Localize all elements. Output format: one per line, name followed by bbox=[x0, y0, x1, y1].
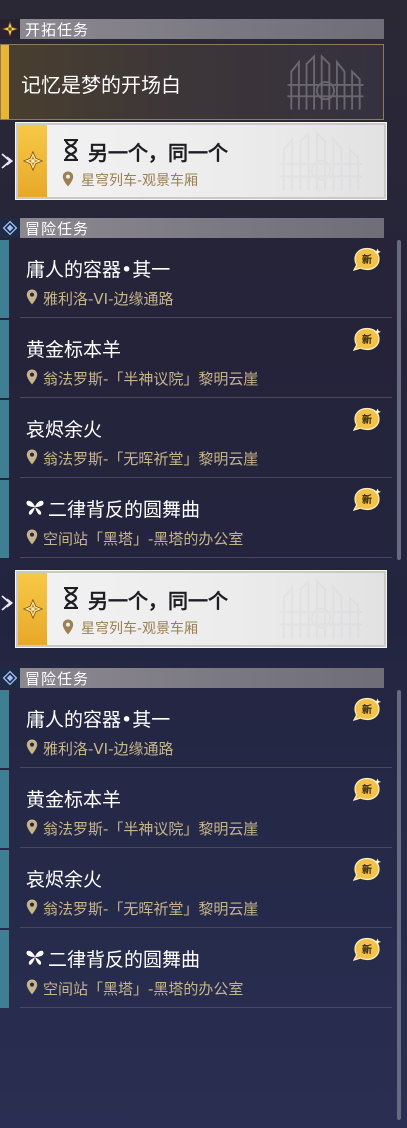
butterfly-icon bbox=[25, 947, 45, 967]
divider bbox=[20, 317, 392, 318]
task-item[interactable]: 二律背反的圆舞曲 空间站「黑塔」-黑塔的办公室 bbox=[0, 930, 392, 1008]
task-accent-bar bbox=[0, 400, 9, 478]
gold-emblem-block bbox=[18, 573, 47, 645]
task-accent-bar bbox=[0, 240, 9, 318]
watermark-emblem-icon bbox=[266, 129, 376, 195]
task-item[interactable]: 庸人的容器•其一 雅利洛-VI-边缘通路 bbox=[0, 690, 392, 768]
task-item[interactable]: 庸人的容器•其一 雅利洛-VI-边缘通路 bbox=[0, 240, 392, 318]
divider bbox=[20, 1007, 392, 1008]
task-title: 记忆是梦的开场白 bbox=[21, 73, 181, 97]
new-badge-icon bbox=[351, 696, 383, 722]
new-badge-icon bbox=[351, 856, 383, 882]
task-location: 翁法罗斯-「半神议院」黎明云崖 bbox=[43, 370, 259, 388]
gold-emblem-icon bbox=[22, 598, 44, 620]
task-title: 二律背反的圆舞曲 bbox=[48, 499, 201, 521]
scrollbar[interactable] bbox=[397, 690, 401, 1120]
adventure-icon bbox=[0, 668, 20, 688]
task-accent-bar bbox=[0, 480, 9, 558]
new-badge-icon bbox=[351, 406, 383, 432]
adventure-section-header: 冒险任务 bbox=[0, 668, 384, 688]
task-item[interactable]: 二律背反的圆舞曲 空间站「黑塔」-黑塔的办公室 bbox=[0, 480, 392, 558]
gold-emblem-icon bbox=[22, 150, 44, 172]
hourglass-icon bbox=[62, 587, 80, 609]
location-pin-icon bbox=[26, 739, 38, 755]
task-location: 翁法罗斯-「无晖祈堂」黎明云崖 bbox=[43, 900, 259, 918]
task-title: 哀烬余火 bbox=[26, 419, 103, 441]
active-task-location: 星穹列车-观景车厢 bbox=[81, 173, 199, 189]
divider bbox=[20, 847, 392, 848]
selection-pointer-icon bbox=[0, 593, 16, 613]
trailblaze-section-header: 开拓任务 bbox=[0, 19, 384, 39]
divider bbox=[20, 927, 392, 928]
new-badge-icon bbox=[351, 936, 383, 962]
task-location: 空间站「黑塔」-黑塔的办公室 bbox=[43, 980, 244, 998]
watermark-emblem-icon bbox=[278, 51, 373, 115]
task-location: 翁法罗斯-「无晖祈堂」黎明云崖 bbox=[43, 450, 259, 468]
task-item[interactable]: 黄金标本羊 翁法罗斯-「半神议院」黎明云崖 bbox=[0, 770, 392, 848]
active-task-card[interactable]: 另一个，同一个 星穹列车-观景车厢 bbox=[16, 123, 386, 199]
hourglass-icon bbox=[62, 139, 80, 161]
task-accent-bar bbox=[0, 690, 9, 768]
location-pin-icon bbox=[62, 619, 74, 635]
scrollbar[interactable] bbox=[397, 240, 401, 560]
watermark-emblem-icon bbox=[266, 577, 376, 643]
new-badge-icon bbox=[351, 246, 383, 272]
divider bbox=[20, 767, 392, 768]
butterfly-icon bbox=[25, 497, 45, 517]
divider bbox=[20, 397, 392, 398]
selection-pointer-icon bbox=[0, 151, 16, 171]
divider bbox=[20, 477, 392, 478]
adventure-icon bbox=[0, 218, 20, 238]
divider bbox=[20, 557, 392, 558]
trailblaze-icon bbox=[0, 19, 20, 39]
section-title: 冒险任务 bbox=[25, 219, 90, 238]
location-pin-icon bbox=[26, 369, 38, 385]
location-pin-icon bbox=[62, 171, 74, 187]
gold-emblem-block bbox=[18, 125, 47, 197]
task-accent-bar bbox=[0, 930, 9, 1008]
location-pin-icon bbox=[26, 979, 38, 995]
active-task-title: 另一个，同一个 bbox=[88, 589, 228, 613]
task-title: 庸人的容器•其一 bbox=[26, 259, 171, 281]
active-task-location: 星穹列车-观景车厢 bbox=[81, 621, 199, 637]
active-task-card[interactable]: 另一个，同一个 星穹列车-观景车厢 bbox=[16, 571, 386, 647]
new-badge-icon bbox=[351, 776, 383, 802]
mission-panel-bottom: 另一个，同一个 星穹列车-观景车厢 冒险任务 庸人的容器•其一 雅利洛-VI-边… bbox=[0, 563, 407, 1128]
section-title: 开拓任务 bbox=[25, 20, 90, 39]
task-accent-bar bbox=[0, 850, 9, 928]
task-title: 哀烬余火 bbox=[26, 869, 103, 891]
adventure-section-header: 冒险任务 bbox=[0, 218, 384, 238]
trailblaze-task-card[interactable]: 记忆是梦的开场白 bbox=[0, 44, 384, 120]
task-item[interactable]: 哀烬余火 翁法罗斯-「无晖祈堂」黎明云崖 bbox=[0, 850, 392, 928]
location-pin-icon bbox=[26, 899, 38, 915]
task-item[interactable]: 黄金标本羊 翁法罗斯-「半神议院」黎明云崖 bbox=[0, 320, 392, 398]
task-location: 雅利洛-VI-边缘通路 bbox=[43, 290, 174, 308]
location-pin-icon bbox=[26, 449, 38, 465]
task-accent-bar bbox=[0, 320, 9, 398]
new-badge-icon bbox=[351, 326, 383, 352]
gold-accent-bar bbox=[1, 45, 9, 119]
location-pin-icon bbox=[26, 819, 38, 835]
task-title: 二律背反的圆舞曲 bbox=[48, 949, 201, 971]
task-accent-bar bbox=[0, 770, 9, 848]
task-title: 庸人的容器•其一 bbox=[26, 709, 171, 731]
task-title: 黄金标本羊 bbox=[26, 339, 122, 361]
active-task-title: 另一个，同一个 bbox=[88, 141, 228, 165]
location-pin-icon bbox=[26, 529, 38, 545]
task-title: 黄金标本羊 bbox=[26, 789, 122, 811]
location-pin-icon bbox=[26, 289, 38, 305]
task-location: 空间站「黑塔」-黑塔的办公室 bbox=[43, 530, 244, 548]
section-title: 冒险任务 bbox=[25, 669, 90, 688]
mission-panel-top: 开拓任务 记忆是梦的开场白 另一个，同一个 星穹列车-观景车厢 冒险任务 庸人的… bbox=[0, 0, 407, 560]
task-item[interactable]: 哀烬余火 翁法罗斯-「无晖祈堂」黎明云崖 bbox=[0, 400, 392, 478]
new-badge-icon bbox=[351, 486, 383, 512]
task-location: 翁法罗斯-「半神议院」黎明云崖 bbox=[43, 820, 259, 838]
task-location: 雅利洛-VI-边缘通路 bbox=[43, 740, 174, 758]
